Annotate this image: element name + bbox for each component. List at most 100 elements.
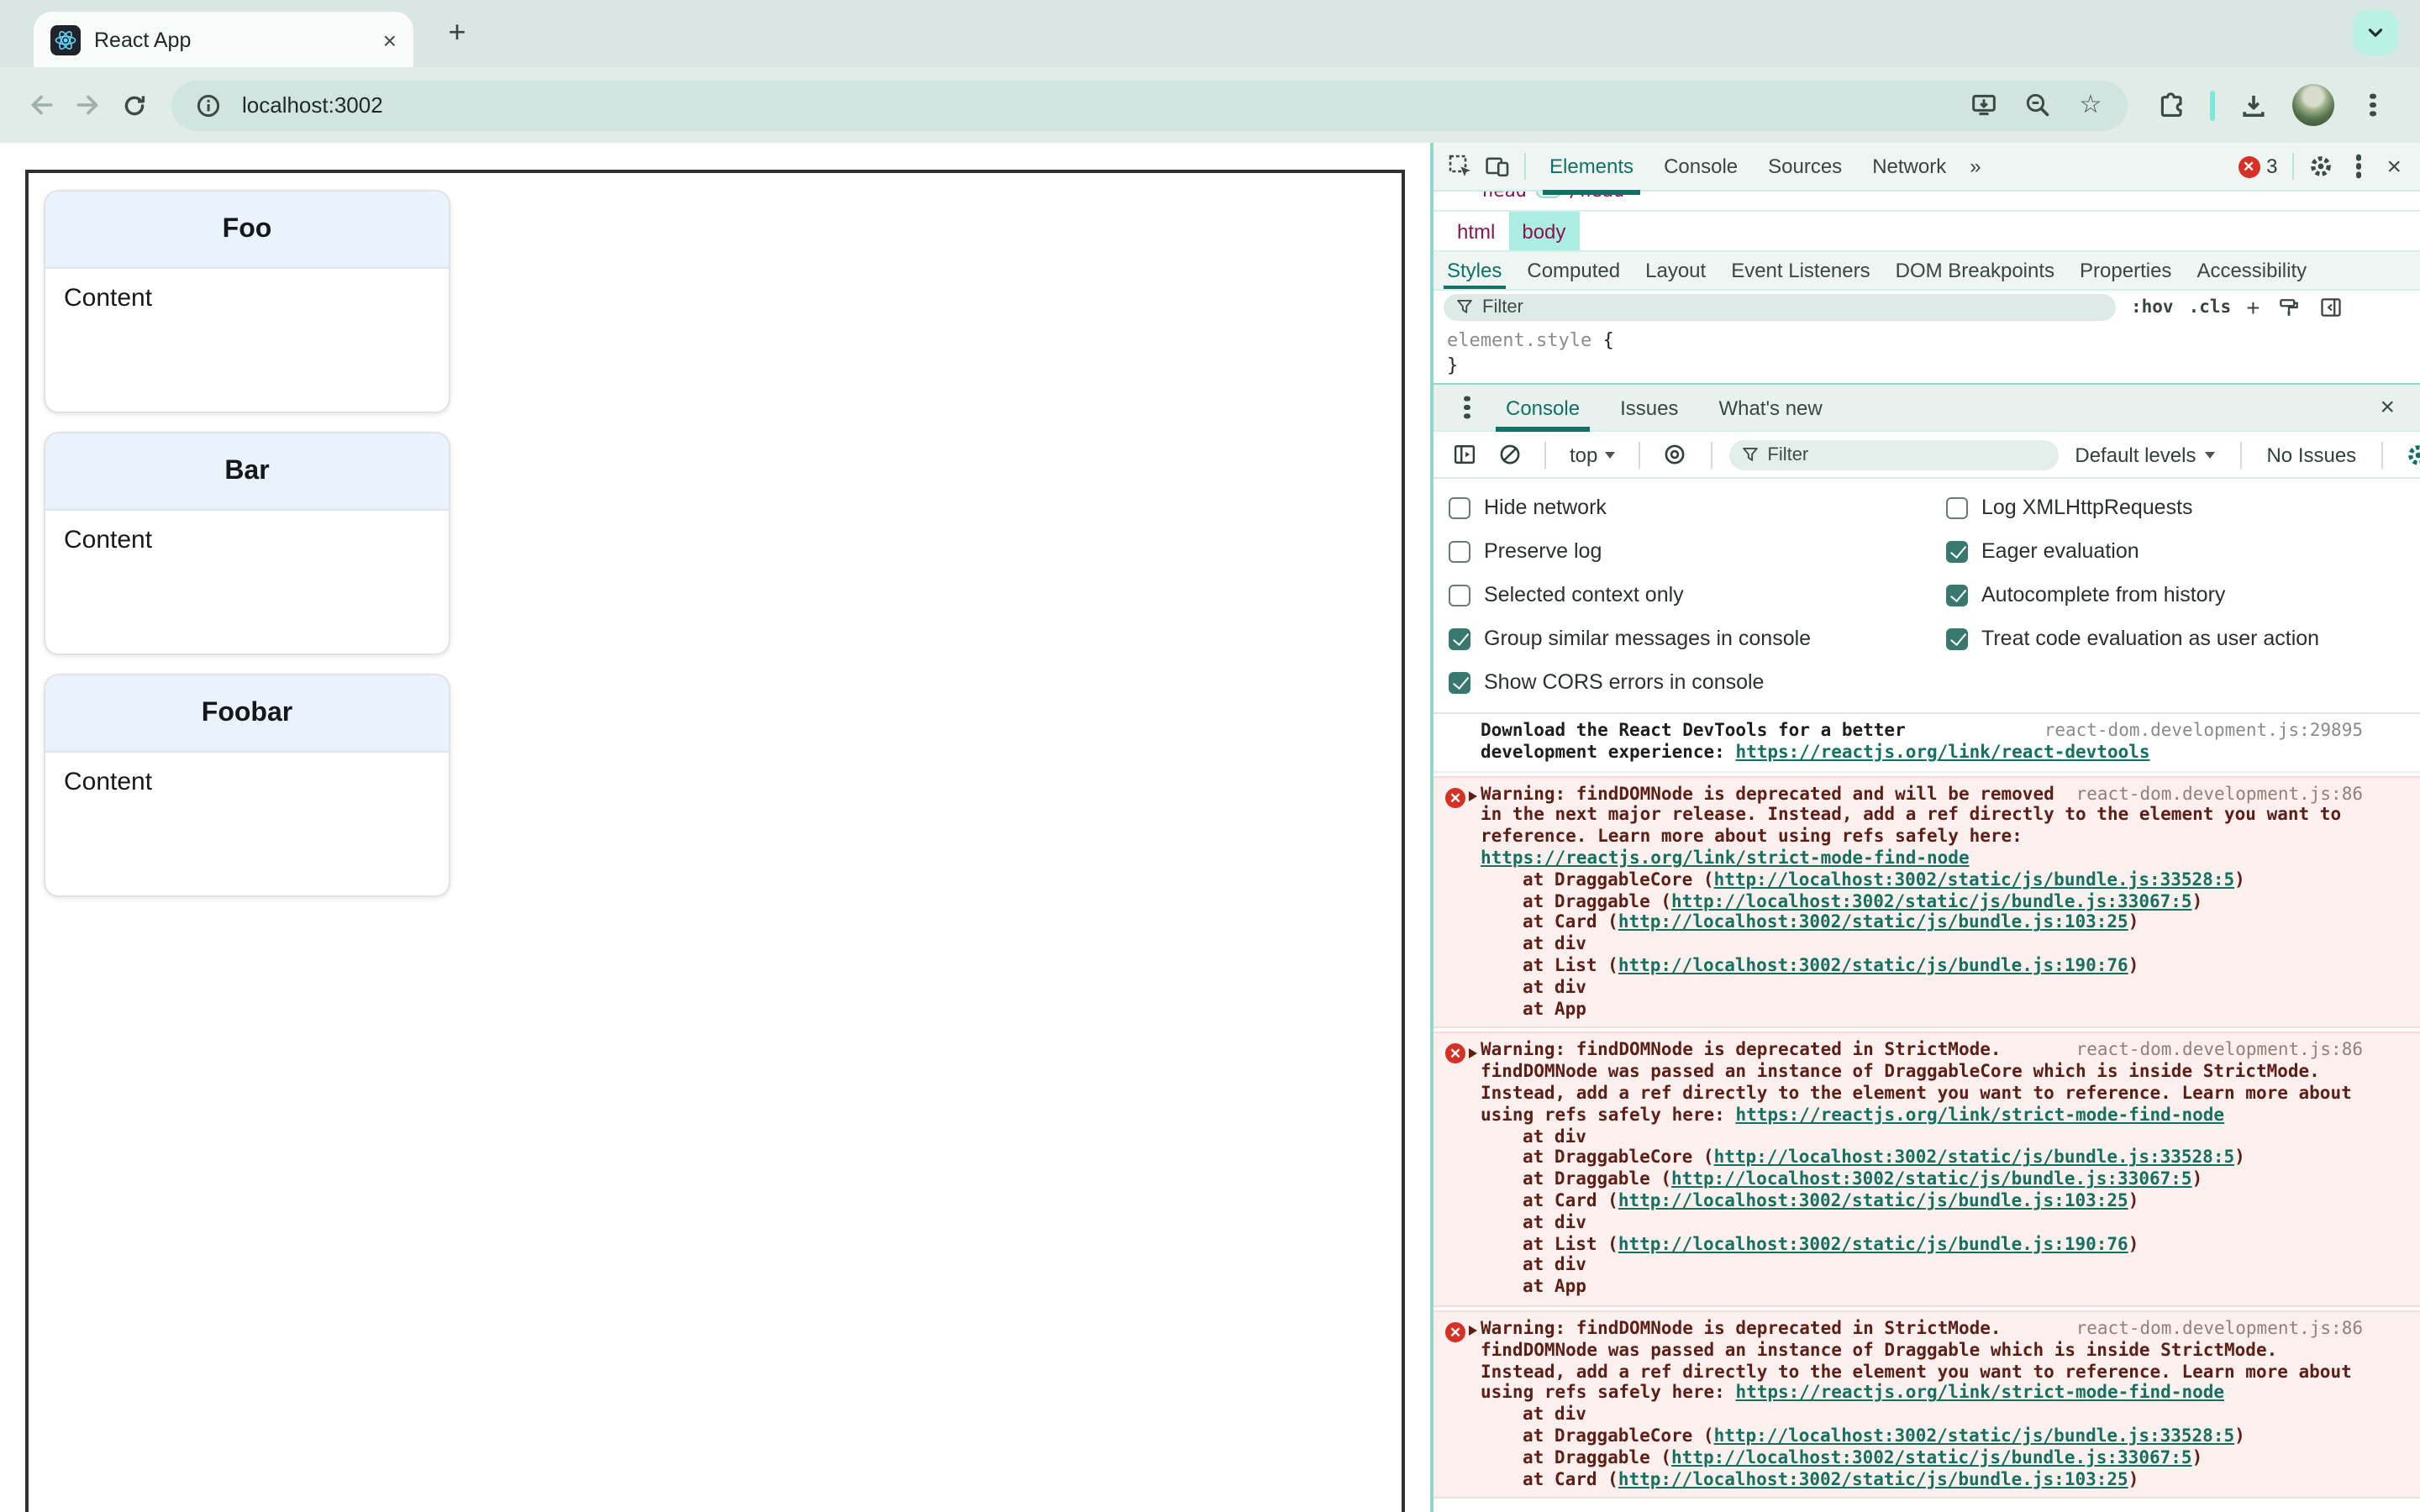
stack-frame-link[interactable]: http://localhost:3002/static/js/bundle.j… [1714,1426,2235,1446]
console-message[interactable]: ✕ react-dom.development.js:86 Warning: f… [1434,775,2420,1029]
devtools-settings-gear-icon[interactable] [2302,148,2339,185]
checkbox-icon[interactable] [1946,496,1968,518]
devtools-tab-network[interactable]: Network [1857,142,1961,191]
console-setting-checkbox[interactable]: Log XMLHttpRequests [1946,486,2403,529]
console-setting-checkbox[interactable]: Selected context only [1449,573,1946,617]
stack-frame-link[interactable]: http://localhost:3002/static/js/bundle.j… [1618,956,2128,976]
toggle-pseudo-classes[interactable]: :hov [2131,297,2174,317]
address-bar[interactable]: localhost:3002 ☆ [171,80,2128,130]
console-setting-checkbox[interactable]: Hide network [1449,486,1946,529]
issues-counter[interactable]: No Issues [2258,443,2365,466]
message-source-link[interactable]: react-dom.development.js:86 [2076,1319,2363,1341]
message-link[interactable]: https://reactjs.org/link/strict-mode-fin… [1481,848,1970,869]
console-settings-gear-icon[interactable] [2400,436,2420,473]
checkbox-icon[interactable] [1946,584,1968,606]
pane-tab-computed[interactable]: Computed [1527,252,1620,289]
devtools-menu-kebab-icon[interactable] [2339,148,2376,185]
forward-button[interactable] [64,81,111,129]
stack-frame-link[interactable]: http://localhost:3002/static/js/bundle.j… [1618,1234,2128,1254]
log-levels-dropdown[interactable]: Default levels [2066,443,2223,466]
paint-format-icon[interactable] [2275,293,2302,320]
styles-filter-input[interactable]: Filter [1444,293,2116,320]
console-setting-checkbox[interactable]: Group similar messages in console [1449,617,1946,660]
stack-frame-link[interactable]: http://localhost:3002/static/js/bundle.j… [1671,891,2192,911]
toggle-element-classes[interactable]: .cls [2189,297,2232,317]
console-setting-checkbox[interactable]: Eager evaluation [1946,529,2403,573]
draggable-card[interactable]: Bar Content [44,432,450,655]
console-message[interactable]: react-dom.development.js:29895 Download … [1434,714,2420,773]
checkbox-icon[interactable] [1449,671,1470,693]
drawer-tab-issues[interactable]: Issues [1600,384,1698,431]
checkbox-icon[interactable] [1449,540,1470,562]
console-filter-input[interactable]: Filter [1728,439,2059,470]
bookmark-star-icon[interactable]: ☆ [2070,85,2111,125]
checkbox-icon[interactable] [1946,540,1968,562]
checkbox-icon[interactable] [1449,627,1470,649]
pane-tab-dom-breakpoints[interactable]: DOM Breakpoints [1896,252,2054,289]
stack-frame-link[interactable]: http://localhost:3002/static/js/bundle.j… [1618,913,2128,933]
checkbox-icon[interactable] [1946,627,1968,649]
site-info-icon[interactable] [188,85,229,125]
breadcrumb-body[interactable]: body [1508,212,1580,250]
reload-button[interactable] [111,81,158,129]
console-message[interactable]: ✕ react-dom.development.js:86 Warning: f… [1434,1310,2420,1499]
window-chevron-button[interactable] [2353,10,2398,55]
message-source-link[interactable]: react-dom.development.js:29895 [2044,721,2363,743]
pane-tab-properties[interactable]: Properties [2080,252,2171,289]
pane-tab-event-listeners[interactable]: Event Listeners [1731,252,1870,289]
drawer-close-icon[interactable]: × [2370,395,2405,420]
console-sidebar-icon[interactable] [1445,436,1482,473]
error-count-badge[interactable]: ✕ 3 [2231,155,2284,178]
card-header[interactable]: Bar [45,433,449,511]
toggle-sidebar-icon[interactable] [2317,293,2344,320]
profile-avatar[interactable] [2292,84,2334,126]
message-link[interactable]: https://reactjs.org/link/strict-mode-fin… [1735,1383,2224,1404]
pane-tab-styles[interactable]: Styles [1444,252,1505,289]
expand-triangle-icon[interactable] [1469,791,1477,802]
console-message[interactable]: ✕ react-dom.development.js:86 Warning: f… [1434,1032,2420,1307]
card-header[interactable]: Foobar [45,675,449,753]
stack-frame-link[interactable]: http://localhost:3002/static/js/bundle.j… [1671,1447,2192,1467]
drawer-tab-whats-new[interactable]: What's new [1698,384,1842,431]
card-header[interactable]: Foo [45,192,449,269]
back-button[interactable] [17,81,64,129]
expand-triangle-icon[interactable] [1469,1326,1477,1336]
install-app-icon[interactable] [1963,85,2003,125]
checkbox-icon[interactable] [1449,584,1470,606]
downloads-icon[interactable] [2233,85,2274,125]
devtools-tab-sources[interactable]: Sources [1753,142,1857,191]
console-setting-checkbox[interactable]: Autocomplete from history [1946,573,2403,617]
tab-close-icon[interactable]: × [383,28,397,51]
more-tabs-icon[interactable]: » [1961,155,1989,178]
pane-tab-accessibility[interactable]: Accessibility [2196,252,2307,289]
new-style-rule-icon[interactable]: + [2246,295,2260,318]
stack-frame-link[interactable]: http://localhost:3002/static/js/bundle.j… [1714,870,2235,890]
stack-frame-link[interactable]: http://localhost:3002/static/js/bundle.j… [1714,1148,2235,1168]
pane-tab-layout[interactable]: Layout [1645,252,1706,289]
devtools-tab-elements[interactable]: Elements [1534,142,1649,194]
message-link[interactable]: https://reactjs.org/link/strict-mode-fin… [1735,1105,2224,1126]
live-expression-eye-icon[interactable] [1656,436,1693,473]
inspect-element-icon[interactable] [1442,148,1479,185]
browser-tab[interactable]: React App × [34,12,413,67]
dom-tree-clipped-row[interactable]: head /head [1434,192,2420,212]
console-setting-checkbox[interactable]: Preserve log [1449,529,1946,573]
expand-triangle-icon[interactable] [1469,1047,1477,1058]
zoom-out-icon[interactable] [2017,85,2057,125]
new-tab-button[interactable]: + [437,13,477,54]
drawer-menu-kebab-icon[interactable] [1449,389,1486,426]
element-style-rule[interactable]: element.style { } [1434,323,2420,383]
context-selector[interactable]: top [1563,443,1621,466]
message-source-link[interactable]: react-dom.development.js:86 [2076,1041,2363,1063]
stack-frame-link[interactable]: http://localhost:3002/static/js/bundle.j… [1671,1169,2192,1189]
console-setting-checkbox[interactable]: Show CORS errors in console [1449,660,1946,704]
breadcrumb-html[interactable]: html [1444,212,1508,250]
message-link[interactable]: https://reactjs.org/link/react-devtools [1735,743,2149,763]
clear-console-icon[interactable] [1491,436,1528,473]
device-toolbar-icon[interactable] [1479,148,1516,185]
stack-frame-link[interactable]: http://localhost:3002/static/js/bundle.j… [1618,1469,2128,1489]
devtools-tab-console[interactable]: Console [1649,142,1753,191]
stack-frame-link[interactable]: http://localhost:3002/static/js/bundle.j… [1618,1191,2128,1211]
devtools-close-icon[interactable]: × [2376,154,2412,179]
extensions-puzzle-icon[interactable] [2151,85,2191,125]
